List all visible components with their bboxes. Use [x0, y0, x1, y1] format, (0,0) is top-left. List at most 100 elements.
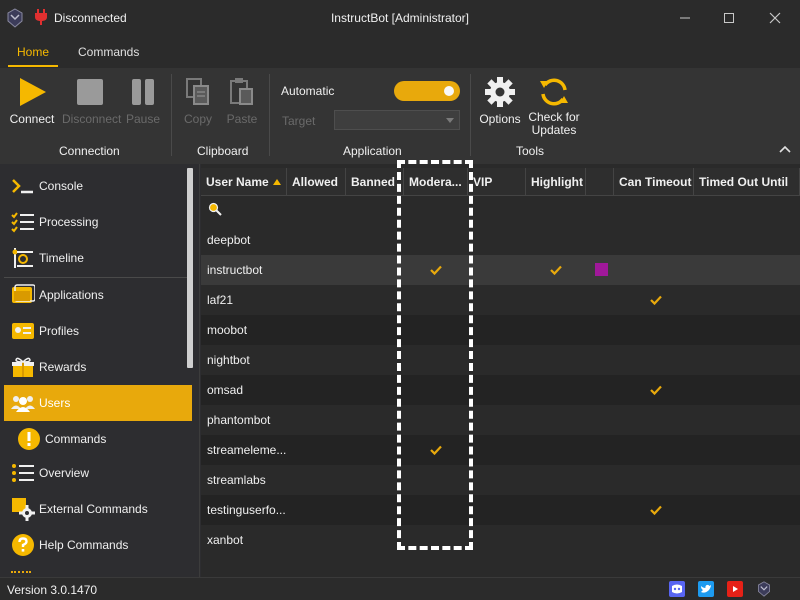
pause-icon — [132, 79, 154, 105]
table-row[interactable]: moobot — [201, 315, 800, 345]
moderator-check-icon[interactable] — [430, 444, 442, 456]
table-row[interactable]: xanbot — [201, 525, 800, 555]
column-header-vip[interactable]: VIP — [468, 168, 526, 196]
sidebar-item-rewards[interactable]: Rewards — [4, 349, 192, 385]
sidebar-item-label: Users — [39, 396, 71, 410]
maximize-button[interactable] — [706, 0, 752, 36]
paste-label: Paste — [226, 112, 258, 126]
close-button[interactable] — [752, 0, 798, 36]
moderator-check-icon[interactable] — [430, 264, 442, 276]
table-row[interactable]: instructbot — [201, 255, 800, 285]
user-name-cell: xanbot — [207, 533, 244, 547]
sidebar-item-label: Processing — [39, 215, 99, 229]
group-label-connection: Connection — [59, 144, 120, 158]
column-header-user-name[interactable]: User Name — [201, 168, 287, 196]
sidebar-item-profiles[interactable]: Profiles — [4, 313, 192, 349]
users-icon — [11, 396, 35, 412]
can-timeout-check-icon[interactable] — [650, 504, 662, 516]
sidebar-item-external-commands[interactable]: External Commands — [4, 491, 192, 527]
user-name-cell: deepbot — [207, 233, 251, 247]
sidebar-item-users[interactable]: Users — [4, 385, 192, 421]
user-name-cell: streameleme... — [207, 443, 287, 457]
app-logo-button[interactable] — [756, 581, 772, 597]
color-swatch[interactable] — [595, 263, 608, 276]
paste-button[interactable]: Paste — [226, 76, 258, 126]
user-name-cell: streamlabs — [207, 473, 266, 487]
column-header-timed-out-until[interactable]: Timed Out Until — [694, 168, 800, 196]
ribbon-separator — [470, 74, 471, 156]
can-timeout-check-icon[interactable] — [650, 294, 662, 306]
copy-button[interactable]: Copy — [182, 76, 214, 126]
sidebar-item-applications[interactable]: Applications — [4, 277, 192, 313]
sidebar-item-console[interactable]: Console — [4, 168, 192, 204]
youtube-button[interactable] — [727, 581, 743, 597]
sidebar-item-timeline[interactable]: Timeline — [4, 240, 192, 276]
options-label: Options — [479, 112, 521, 126]
check-updates-label-line2: Updates — [531, 123, 577, 137]
table-row[interactable]: laf21 — [201, 285, 800, 315]
target-select[interactable] — [334, 110, 460, 130]
sidebar-item-label: Commands — [45, 432, 107, 446]
users-grid: User Name Allowed Banned Modera... VIP H… — [201, 164, 800, 577]
user-name-cell: nightbot — [207, 353, 250, 367]
check-updates-button[interactable]: Check for Updates — [526, 76, 582, 137]
twitter-button[interactable] — [698, 581, 714, 597]
table-row[interactable]: phantombot — [201, 405, 800, 435]
table-row[interactable]: omsad — [201, 375, 800, 405]
menu-tab-commands[interactable]: Commands — [78, 45, 139, 59]
can-timeout-check-icon[interactable] — [650, 384, 662, 396]
user-name-cell: phantombot — [207, 413, 271, 427]
column-header-label: User Name — [206, 175, 269, 189]
menu-tab-home[interactable]: Home — [17, 45, 49, 59]
timeline-icon — [12, 248, 33, 268]
close-icon — [769, 12, 781, 24]
profiles-icon — [12, 323, 34, 339]
discord-button[interactable] — [669, 581, 685, 597]
gear-icon — [485, 77, 515, 107]
sidebar-item-processing[interactable]: Processing — [4, 204, 192, 240]
search-filter-icon[interactable] — [208, 202, 222, 216]
table-row[interactable]: streameleme... — [201, 435, 800, 465]
ribbon-separator — [269, 74, 270, 156]
sidebar-scrollbar[interactable] — [187, 168, 193, 368]
column-header-label: Timed Out Until — [699, 175, 789, 189]
twitter-icon — [701, 584, 711, 593]
group-label-clipboard: Clipboard — [197, 144, 249, 158]
help-icon — [12, 534, 34, 556]
minimize-button[interactable] — [662, 0, 708, 36]
options-button[interactable]: Options — [478, 76, 522, 126]
youtube-icon — [733, 586, 738, 592]
disconnect-label: Disconnect — [62, 112, 122, 126]
automatic-toggle[interactable] — [394, 81, 460, 101]
table-row[interactable]: testinguserfo... — [201, 495, 800, 525]
disconnect-button[interactable]: Disconnect — [62, 76, 122, 126]
table-row[interactable]: nightbot — [201, 345, 800, 375]
sidebar-item-help-commands[interactable]: Help Commands — [4, 527, 192, 563]
grid-header: User Name Allowed Banned Modera... VIP H… — [201, 168, 800, 196]
sidebar-item-overview[interactable]: Overview — [4, 455, 192, 491]
column-header-can-timeout[interactable]: Can Timeout — [614, 168, 694, 196]
column-header-label: VIP — [473, 175, 493, 189]
column-header-moderator[interactable]: Modera... — [404, 168, 468, 196]
table-row[interactable]: deepbot — [201, 225, 800, 255]
table-row[interactable]: streamlabs — [201, 465, 800, 495]
connect-button[interactable]: Connect — [8, 76, 56, 126]
processing-icon — [11, 212, 34, 233]
plug-icon — [35, 9, 47, 25]
paste-icon — [230, 78, 253, 105]
column-header-color[interactable] — [586, 168, 614, 196]
column-header-label: Allowed — [292, 175, 339, 189]
highlight-check-icon[interactable] — [550, 264, 562, 276]
target-label: Target — [282, 114, 316, 128]
title-bar: Disconnected InstructBot [Administrator] — [0, 0, 800, 36]
sidebar-item-commands[interactable]: Commands — [4, 421, 192, 457]
collapse-ribbon-icon[interactable] — [778, 144, 792, 154]
pause-button[interactable]: Pause — [124, 76, 162, 126]
column-header-highlight[interactable]: Highlight — [526, 168, 586, 196]
chevron-down-icon — [446, 118, 454, 123]
sidebar-item-label: Profiles — [39, 324, 80, 338]
column-header-allowed[interactable]: Allowed — [287, 168, 346, 196]
column-header-label: Can Timeout — [619, 175, 692, 189]
sidebar-item-label: Console — [39, 179, 84, 193]
column-header-banned[interactable]: Banned — [346, 168, 404, 196]
